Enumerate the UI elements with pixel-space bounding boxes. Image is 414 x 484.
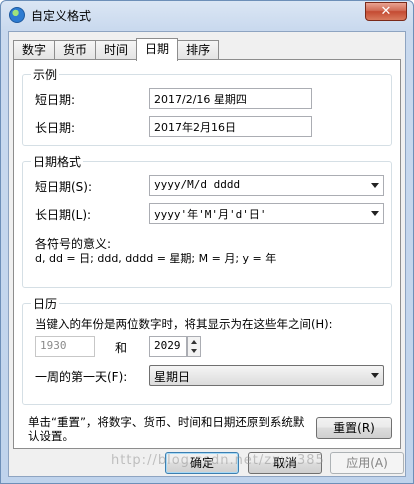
close-button[interactable]: ✕ <box>365 2 407 21</box>
example-long-label: 长日期: <box>35 121 76 135</box>
long-date-format-combo[interactable]: yyyy'年'M'月'd'日' <box>149 203 384 224</box>
spin-up-icon[interactable] <box>191 340 197 344</box>
tab-date[interactable]: 日期 <box>136 38 179 61</box>
short-date-label: 短日期(S): <box>35 178 92 195</box>
and-label: 和 <box>115 341 128 355</box>
globe-icon <box>9 7 25 23</box>
to-year-field[interactable]: 2029 <box>149 336 187 357</box>
tab-currency[interactable]: 货币 <box>54 40 97 60</box>
short-date-format-combo[interactable]: yyyy/M/d dddd <box>149 175 384 196</box>
example-legend: 示例 <box>31 66 60 83</box>
window-title: 自定义格式 <box>31 9 92 23</box>
tab-time[interactable]: 时间 <box>95 40 138 60</box>
custom-format-dialog: 自定义格式 ✕ 数字 货币 时间 日期 排序 示例 短日期: 2017/2/16… <box>0 0 414 484</box>
short-date-format-value: yyyy/M/d dddd <box>154 178 241 191</box>
chevron-down-icon[interactable] <box>371 373 379 378</box>
spin-down-icon[interactable] <box>191 349 197 353</box>
example-short-value: 2017/2/16 星期四 <box>149 88 312 109</box>
chevron-down-icon[interactable] <box>371 183 379 188</box>
date-format-legend: 日期格式 <box>31 153 84 170</box>
apply-button: 应用(A) <box>330 452 404 474</box>
reset-button[interactable]: 重置(R) <box>316 417 392 439</box>
from-year-field: 1930 <box>35 336 95 357</box>
example-long-value: 2017年2月16日 <box>149 116 312 137</box>
date-format-group: 日期格式 短日期(S): yyyy/M/d dddd 长日期(L): yyyy'… <box>22 153 392 288</box>
reset-description: 单击“重置”，将数字、货币、时间和日期还原到系统默认设置。 <box>28 415 305 443</box>
title-bar[interactable]: 自定义格式 ✕ <box>1 1 413 29</box>
first-day-value: 星期日 <box>154 370 191 384</box>
first-day-of-week-select[interactable]: 星期日 <box>149 365 384 386</box>
long-date-format-value: yyyy'年'M'月'd'日' <box>154 208 267 221</box>
calendar-group: 日历 当键入的年份是两位数字时，将其显示为在这些年之间(H): 1930 和 2… <box>22 295 392 405</box>
calendar-legend: 日历 <box>31 295 60 312</box>
two-digit-year-description: 当键入的年份是两位数字时，将其显示为在这些年之间(H): <box>35 317 333 331</box>
tab-strip: 数字 货币 时间 日期 排序 <box>13 38 220 61</box>
example-short-label: 短日期: <box>35 93 76 107</box>
long-date-label: 长日期(L): <box>35 208 92 222</box>
tab-number[interactable]: 数字 <box>13 40 56 60</box>
watermark: http://blog.csdn.net/zxy_385 <box>111 453 325 468</box>
short-date-label-text: 短日期(S): <box>35 180 93 194</box>
chevron-down-icon[interactable] <box>371 211 379 216</box>
symbols-description: d, dd = 日; ddd, dddd = 星期; M = 月; y = 年 <box>35 252 277 265</box>
dialog-body: 数字 货币 时间 日期 排序 示例 短日期: 2017/2/16 星期四 长日期… <box>8 31 406 477</box>
first-day-label: 一周的第一天(F): <box>35 370 128 384</box>
year-spinner[interactable] <box>187 336 201 357</box>
tab-sort[interactable]: 排序 <box>177 40 220 60</box>
date-tab-panel: 示例 短日期: 2017/2/16 星期四 长日期: 2017年2月16日 日期… <box>13 59 401 449</box>
example-group: 示例 短日期: 2017/2/16 星期四 长日期: 2017年2月16日 <box>22 66 392 146</box>
